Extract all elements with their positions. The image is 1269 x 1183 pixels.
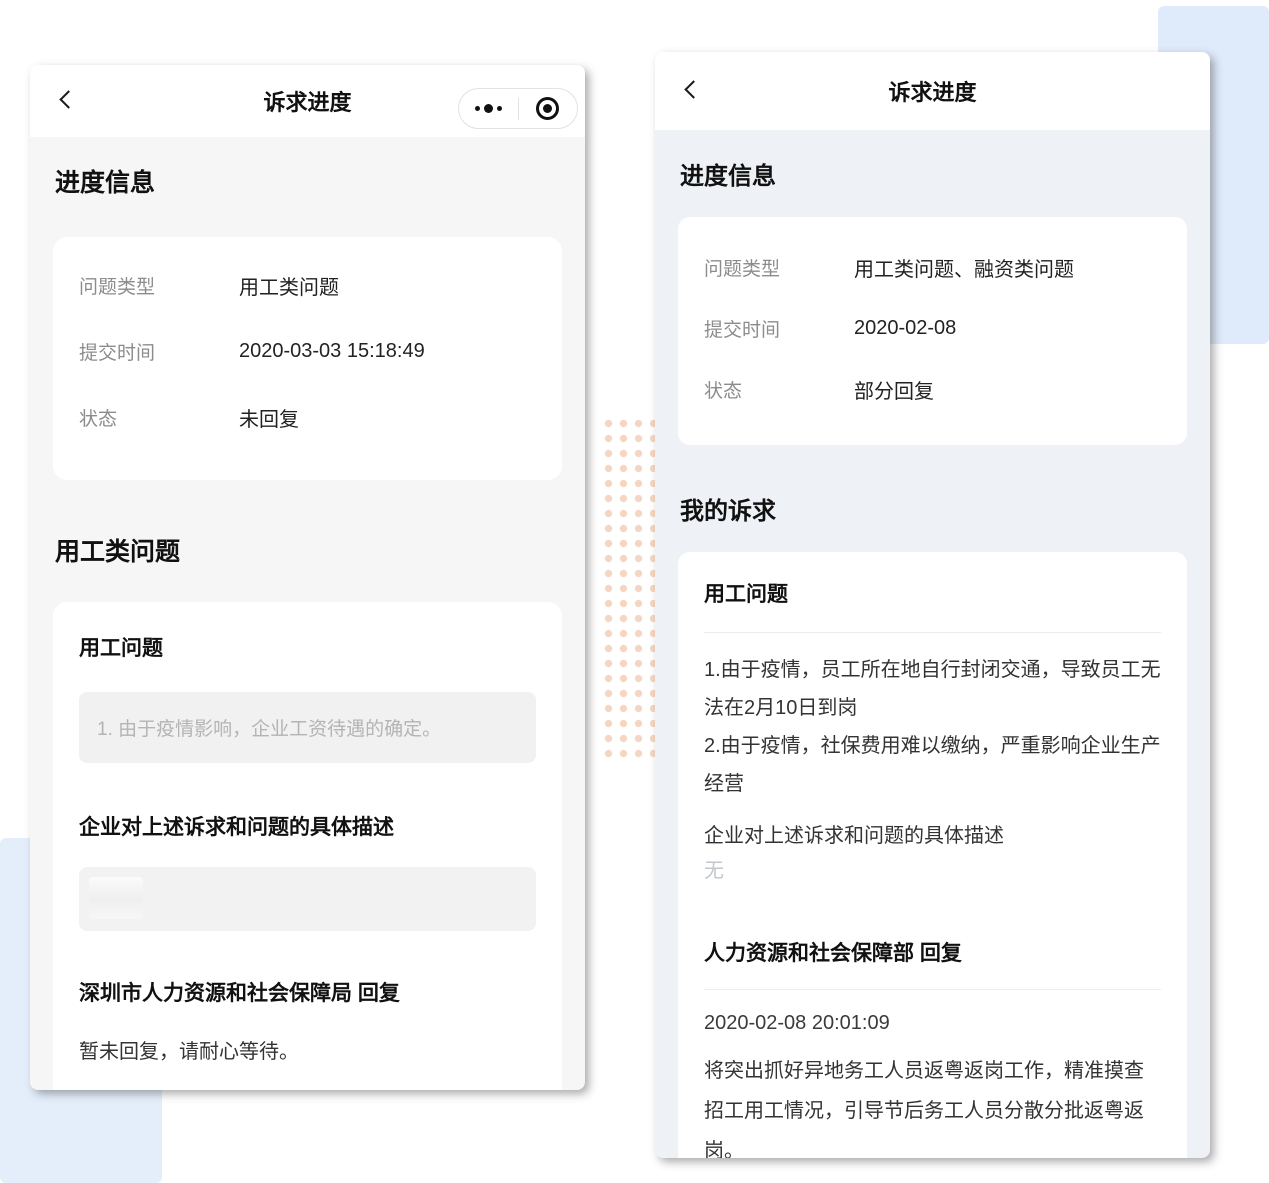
chevron-left-icon — [684, 80, 702, 98]
screenshot-left-phone: 诉求进度 进度信息 问题类型 用工类问题 — [30, 65, 585, 1090]
info-row-status: 状态 未回复 — [79, 403, 536, 432]
info-value: 用工类问题、融资类问题 — [854, 253, 1074, 282]
right-navbar: 诉求进度 — [655, 52, 1210, 130]
divider — [704, 989, 1161, 990]
wechat-capsule — [458, 88, 578, 129]
back-button[interactable] — [52, 84, 86, 118]
info-value: 2020-03-03 15:18:49 — [239, 340, 425, 363]
question-text-box: 1. 由于疫情影响，企业工资待遇的确定。 — [79, 692, 536, 763]
page-title: 诉求进度 — [263, 85, 351, 117]
decor-dot-pattern — [601, 416, 661, 761]
reply-timestamp: 2020-02-08 20:01:09 — [704, 1012, 1161, 1035]
status-value: 未回复 — [239, 403, 299, 432]
info-label: 提交时间 — [704, 315, 854, 342]
info-label: 提交时间 — [79, 338, 239, 365]
status-value: 部分回复 — [854, 375, 934, 404]
section-title-progress-info: 进度信息 — [680, 156, 1187, 191]
divider — [704, 632, 1161, 633]
redacted-content-block — [89, 877, 143, 919]
chevron-left-icon — [59, 90, 77, 108]
description-heading: 企业对上述诉求和问题的具体描述 — [704, 819, 1161, 848]
info-label: 状态 — [79, 404, 239, 431]
appeal-detail-card: 用工问题 1. 由于疫情影响，企业工资待遇的确定。 企业对上述诉求和问题的具体描… — [53, 602, 562, 1090]
info-value: 用工类问题 — [239, 271, 339, 300]
info-row-status: 状态 部分回复 — [704, 375, 1161, 404]
back-button[interactable] — [677, 74, 711, 108]
left-navbar: 诉求进度 — [30, 65, 585, 137]
progress-info-card: 问题类型 用工类问题 提交时间 2020-03-03 15:18:49 状态 未… — [53, 237, 562, 480]
left-body: 进度信息 问题类型 用工类问题 提交时间 2020-03-03 15:18:49… — [30, 163, 585, 1090]
more-button[interactable] — [459, 89, 518, 128]
page-title: 诉求进度 — [888, 75, 976, 107]
appeal-detail-card: 用工问题 1.由于疫情，员工所在地自行封闭交通，导致员工无法在2月10日到岗 2… — [678, 552, 1187, 1158]
info-label: 状态 — [704, 376, 854, 403]
exit-miniprogram-button[interactable] — [519, 89, 578, 128]
appeal-text: 1.由于疫情，员工所在地自行封闭交通，导致员工无法在2月10日到岗 2.由于疫情… — [704, 651, 1161, 803]
question-heading: 用工问题 — [79, 632, 536, 662]
description-heading: 企业对上述诉求和问题的具体描述 — [79, 811, 536, 841]
description-box — [79, 867, 536, 931]
right-body: 进度信息 问题类型 用工类问题、融资类问题 提交时间 2020-02-08 状态… — [655, 156, 1210, 1158]
reply-text: 暂未回复，请耐心等待。 — [79, 1035, 536, 1064]
info-label: 问题类型 — [704, 254, 854, 281]
question-heading: 用工问题 — [704, 578, 1161, 608]
section-title-progress-info: 进度信息 — [55, 163, 562, 199]
description-value: 无 — [704, 854, 1161, 883]
ellipsis-more-icon — [475, 104, 502, 113]
reply-heading: 深圳市人力资源和社会保障局 回复 — [79, 977, 536, 1007]
info-value: 2020-02-08 — [854, 317, 956, 340]
info-label: 问题类型 — [79, 272, 239, 299]
circled-dot-exit-icon — [536, 97, 559, 120]
section-title-category: 用工类问题 — [55, 532, 562, 568]
progress-info-card: 问题类型 用工类问题、融资类问题 提交时间 2020-02-08 状态 部分回复 — [678, 217, 1187, 445]
reply-heading: 人力资源和社会保障部 回复 — [704, 937, 1161, 967]
info-row-submit-time: 提交时间 2020-02-08 — [704, 315, 1161, 342]
section-title-my-appeals: 我的诉求 — [680, 491, 1187, 526]
page-canvas: 诉求进度 进度信息 问题类型 用工类问题 — [0, 0, 1269, 1183]
info-row-submit-time: 提交时间 2020-03-03 15:18:49 — [79, 338, 536, 365]
reply-text: 将突出抓好异地务工人员返粤返岗工作，精准摸查招工用工情况，引导节后务工人员分散分… — [704, 1051, 1161, 1158]
info-row-question-type: 问题类型 用工类问题 — [79, 271, 536, 300]
screenshot-right-phone: 诉求进度 进度信息 问题类型 用工类问题、融资类问题 提交时间 2020-02-… — [655, 52, 1210, 1158]
info-row-question-type: 问题类型 用工类问题、融资类问题 — [704, 253, 1161, 282]
